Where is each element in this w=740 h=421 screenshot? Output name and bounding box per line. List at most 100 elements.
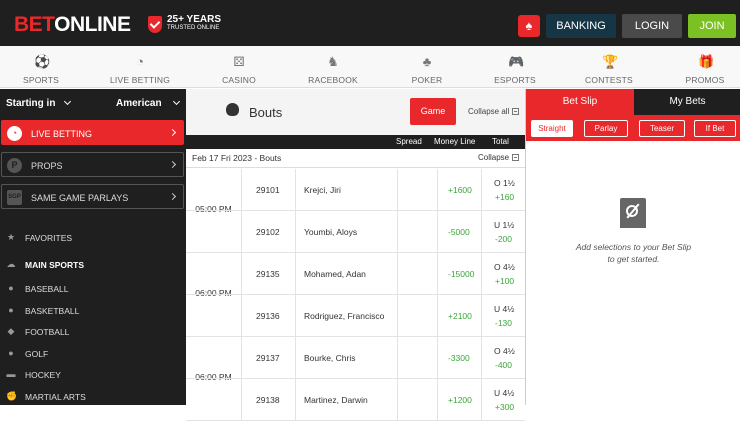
trust-subtitle: TRUSTED ONLINE: [167, 25, 220, 31]
total-line[interactable]: O 1½: [494, 178, 515, 188]
table-row: 29101 Krejci, Jiri +1600 O 1½ +160: [186, 169, 525, 211]
rotation-number: 29102: [256, 227, 280, 237]
sidebar-same-game-parlays[interactable]: SGP SAME GAME PARLAYS: [1, 184, 184, 209]
rotation-number: 29136: [256, 311, 280, 321]
total-price[interactable]: +160: [495, 192, 514, 202]
page-title: Bouts: [249, 105, 283, 120]
nav-casino[interactable]: ⚄ CASINO: [214, 46, 264, 88]
odds-panel: Bouts Game Collapse all Spread Money Lin…: [186, 89, 525, 421]
betonline-logo[interactable]: BETONLINE: [14, 13, 131, 37]
table-row: 29135 Mohamed, Adan -15000 O 4½ +100: [186, 253, 525, 295]
sidebar-item-basketball[interactable]: ● BASKETBALL: [0, 303, 186, 321]
collapse-icon: [512, 154, 520, 161]
main-sports-icon: ☁: [6, 259, 16, 269]
sidebar-props[interactable]: P PROPS: [1, 152, 184, 177]
money-line-odds[interactable]: -5000: [448, 227, 470, 237]
empty-bet-slip-message: Add selections to your Bet Slip to get s…: [575, 242, 692, 264]
table-row: 29138 Martinez, Darwin +1200 U 4½ +300: [186, 379, 525, 421]
rotation-number: 29137: [256, 353, 280, 363]
fighter-name: Martinez, Darwin: [304, 395, 368, 405]
money-line-odds[interactable]: +2100: [448, 311, 472, 321]
collapse-toggle[interactable]: Collapse: [478, 153, 520, 162]
nav-poker[interactable]: ♣ POKER: [404, 46, 450, 88]
sidebar-item-football[interactable]: ◆ FOOTBALL: [0, 324, 186, 342]
fighter-name: Mohamed, Adan: [304, 269, 366, 279]
poker-icon: ♣: [422, 54, 432, 69]
fighter-name: Bourke, Chris: [304, 353, 356, 363]
sidebar-item-baseball[interactable]: ● BASEBALL: [0, 281, 186, 299]
bet-type-if-bet[interactable]: If Bet: [694, 120, 736, 137]
basketball-icon: ●: [8, 305, 14, 315]
boxing-glove-icon: [226, 103, 239, 116]
money-line-odds[interactable]: -15000: [448, 269, 474, 279]
empty-ticket-icon: [620, 198, 646, 228]
nav-esports[interactable]: 🎮 ESPORTS: [490, 46, 540, 88]
sidebar-item-golf[interactable]: ● GOLF: [0, 346, 186, 364]
props-icon: P: [7, 158, 22, 173]
nav-live-betting[interactable]: ◔ LIVE BETTING: [108, 46, 172, 88]
category-nav: ⚽ SPORTS ◔ LIVE BETTING ⚄ CASINO ♞ RACEBOOK …: [0, 46, 740, 88]
money-line-odds[interactable]: -3300: [448, 353, 470, 363]
baseball-icon: ●: [8, 283, 14, 293]
esports-icon: 🎮: [508, 54, 525, 69]
odds-format-dropdown[interactable]: American: [116, 98, 162, 109]
bet-slip-tabs: Bet Slip My Bets: [526, 89, 740, 115]
star-icon: ★: [6, 232, 16, 242]
martial-arts-icon: ✊: [6, 391, 18, 401]
sidebar-item-martial-arts[interactable]: ✊ MARTIAL ARTS: [0, 389, 186, 407]
football-icon: ◆: [7, 326, 15, 336]
sidebar-live-betting[interactable]: ◔ LIVE BETTING: [1, 120, 184, 145]
sports-sidebar: Starting in American ◔ LIVE BETTING P PR…: [0, 89, 186, 405]
tab-my-bets[interactable]: My Bets: [634, 89, 740, 115]
join-button[interactable]: JOIN: [688, 14, 736, 38]
total-line[interactable]: U 4½: [494, 304, 514, 314]
login-button[interactable]: LOGIN: [622, 14, 682, 38]
table-row: 29136 Rodriguez, Francisco +2100 U 4½ -1…: [186, 295, 525, 337]
nav-promos[interactable]: 🎁 PROMOS: [682, 46, 728, 88]
total-line[interactable]: O 4½: [494, 346, 515, 356]
total-line[interactable]: U 4½: [494, 388, 514, 398]
table-row: 29137 Bourke, Chris -3300 O 4½ -400: [186, 337, 525, 379]
collapse-icon: [512, 108, 520, 115]
total-price[interactable]: +100: [495, 276, 514, 286]
nav-sports[interactable]: ⚽ SPORTS: [18, 46, 64, 88]
total-price[interactable]: -200: [495, 234, 512, 244]
league-header: Bouts Game Collapse all: [186, 89, 525, 135]
total-price[interactable]: -130: [495, 318, 512, 328]
total-line[interactable]: U 1½: [494, 220, 514, 230]
chevron-down-icon: [63, 97, 72, 106]
chevron-right-icon: [168, 160, 177, 169]
col-spread: Spread: [396, 137, 422, 146]
sidebar-item-main-sports[interactable]: ☁ MAIN SPORTS: [0, 257, 186, 275]
bet-type-parlay[interactable]: Parlay: [584, 120, 628, 137]
bet-type-straight[interactable]: Straight: [531, 120, 573, 137]
total-price[interactable]: +300: [495, 402, 514, 412]
promos-icon: 🎁: [698, 54, 715, 69]
rotation-number: 29135: [256, 269, 280, 279]
game-view-button[interactable]: Game: [410, 98, 456, 125]
banking-button[interactable]: BANKING: [546, 14, 616, 38]
bet-type-teaser[interactable]: Teaser: [639, 120, 685, 137]
collapse-all-toggle[interactable]: Collapse all: [468, 107, 520, 116]
col-total: Total: [492, 137, 509, 146]
sort-dropdown[interactable]: Starting in: [6, 98, 55, 109]
sort-row: Starting in American: [0, 89, 186, 117]
tab-bet-slip[interactable]: Bet Slip: [526, 89, 634, 115]
live-betting-icon: ◔: [7, 126, 22, 141]
nav-racebook[interactable]: ♞ RACEBOOK: [308, 46, 358, 88]
sports-icon: ⚽: [34, 54, 51, 69]
sgp-icon: SGP: [7, 190, 22, 205]
rotation-number: 29101: [256, 185, 280, 195]
fighter-name: Rodriguez, Francisco: [304, 311, 385, 321]
total-price[interactable]: -400: [495, 360, 512, 370]
sidebar-item-favorites[interactable]: ★ FAVORITES: [0, 230, 186, 248]
money-line-odds[interactable]: +1200: [448, 395, 472, 405]
nav-contests[interactable]: 🏆 CONTESTS: [584, 46, 634, 88]
total-line[interactable]: O 4½: [494, 262, 515, 272]
sidebar-item-hockey[interactable]: ▬ HOCKEY: [0, 367, 186, 385]
event-date: Feb 17 Fri 2023 - Bouts: [192, 153, 282, 163]
money-line-odds[interactable]: +1600: [448, 185, 472, 195]
chevron-right-icon: [168, 192, 177, 201]
spade-icon[interactable]: ♠: [518, 15, 540, 37]
top-bar: BETONLINE 25+ YEARS TRUSTED ONLINE ♠ BAN…: [0, 0, 740, 46]
